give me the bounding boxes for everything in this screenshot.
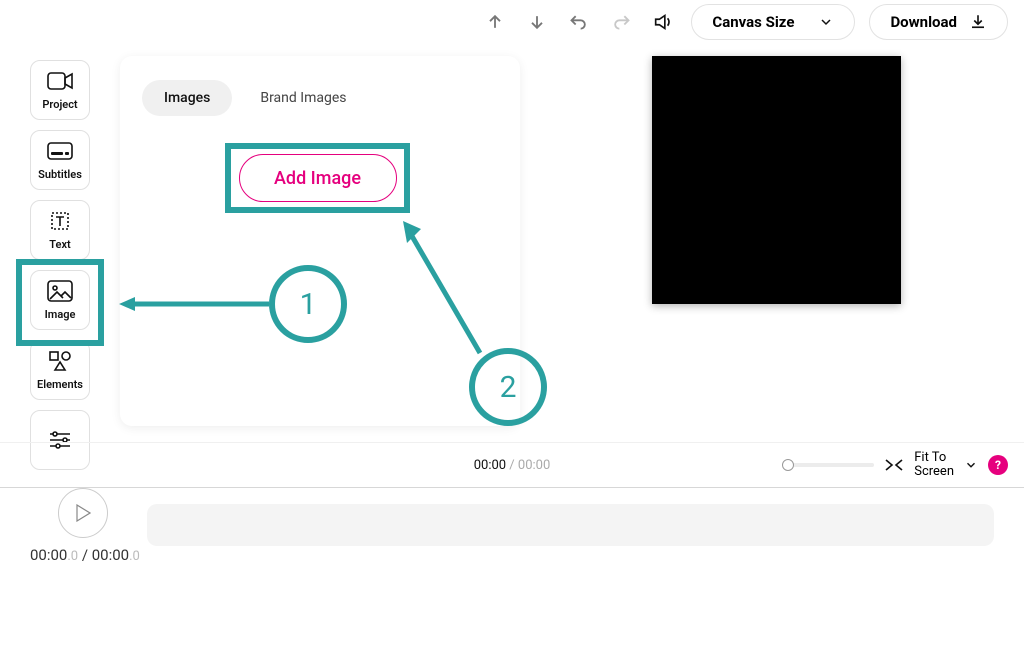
play-button[interactable] <box>58 488 108 538</box>
play-total: 00:00 <box>92 546 129 564</box>
download-button[interactable]: Download <box>869 4 1008 40</box>
fit-to-screen-button[interactable]: Fit To Screen <box>914 451 954 480</box>
help-button[interactable]: ? <box>988 455 1008 475</box>
download-label: Download <box>890 13 957 31</box>
nav-label: Text <box>49 238 70 251</box>
nav-label: Elements <box>37 378 83 391</box>
tab-images[interactable]: Images <box>142 80 232 116</box>
playback-time-display: 00:00.0 / 00:00.0 <box>30 546 140 564</box>
annotation-arrow-2 <box>395 215 495 355</box>
annotation-step-1: 1 <box>269 265 347 343</box>
annotation-highlight-add-image: Add Image <box>225 143 410 213</box>
annotation-arrow-1 <box>119 295 269 313</box>
timebar-time-display: 00:00 / 00:00 <box>474 458 551 473</box>
subtitles-icon <box>47 140 73 162</box>
top-toolbar: Canvas Size Download <box>481 4 1008 40</box>
arrow-down-icon[interactable] <box>523 8 551 36</box>
canvas-size-label: Canvas Size <box>712 13 794 31</box>
sidebar-item-project[interactable]: Project <box>30 60 90 120</box>
sidebar-item-text[interactable]: Text <box>30 200 90 260</box>
add-image-button[interactable]: Add Image <box>239 154 397 202</box>
play-sep: / <box>78 546 92 564</box>
undo-icon[interactable] <box>565 8 593 36</box>
timebar-total: 00:00 <box>518 458 550 473</box>
chevron-down-icon <box>818 14 834 30</box>
volume-icon[interactable] <box>649 8 677 36</box>
left-sidebar: Project Subtitles Text Image Elements <box>30 60 90 470</box>
sidebar-item-elements[interactable]: Elements <box>30 340 90 400</box>
redo-icon[interactable] <box>607 8 635 36</box>
play-icon <box>75 504 91 522</box>
playback-area: 00:00.0 / 00:00.0 <box>0 488 1024 578</box>
timebar-right-controls: Fit To Screen ? <box>782 451 1008 480</box>
tab-brand-images[interactable]: Brand Images <box>238 80 368 116</box>
time-bar: 00:00 / 00:00 Fit To Screen ? <box>0 442 1024 488</box>
text-icon <box>48 210 72 232</box>
arrow-up-icon[interactable] <box>481 8 509 36</box>
sidebar-item-subtitles[interactable]: Subtitles <box>30 130 90 190</box>
image-icon <box>47 280 73 302</box>
play-current: 00:00 <box>30 546 67 564</box>
chevron-down-icon[interactable] <box>964 458 978 472</box>
nav-label: Project <box>42 98 77 111</box>
fit-line2: Screen <box>914 465 954 479</box>
camera-icon <box>47 70 73 92</box>
timebar-sep: / <box>506 458 518 473</box>
timeline-track[interactable] <box>147 504 994 546</box>
sidebar-item-image[interactable]: Image <box>30 270 90 330</box>
timebar-current: 00:00 <box>474 458 506 473</box>
download-icon <box>969 13 987 31</box>
canvas-preview[interactable] <box>652 56 901 304</box>
elements-icon <box>48 350 72 372</box>
play-total-dec: .0 <box>129 549 140 564</box>
fit-line1: Fit To <box>914 451 954 465</box>
nav-label: Subtitles <box>38 168 82 181</box>
panel-tabs: Images Brand Images <box>142 80 508 116</box>
zoom-slider-thumb[interactable] <box>782 459 794 471</box>
nav-label: Image <box>45 308 76 321</box>
zoom-slider[interactable] <box>782 463 874 467</box>
fit-collapse-icon[interactable] <box>884 458 904 472</box>
annotation-step-2: 2 <box>469 348 547 426</box>
play-current-dec: .0 <box>67 549 78 564</box>
canvas-size-button[interactable]: Canvas Size <box>691 4 855 40</box>
